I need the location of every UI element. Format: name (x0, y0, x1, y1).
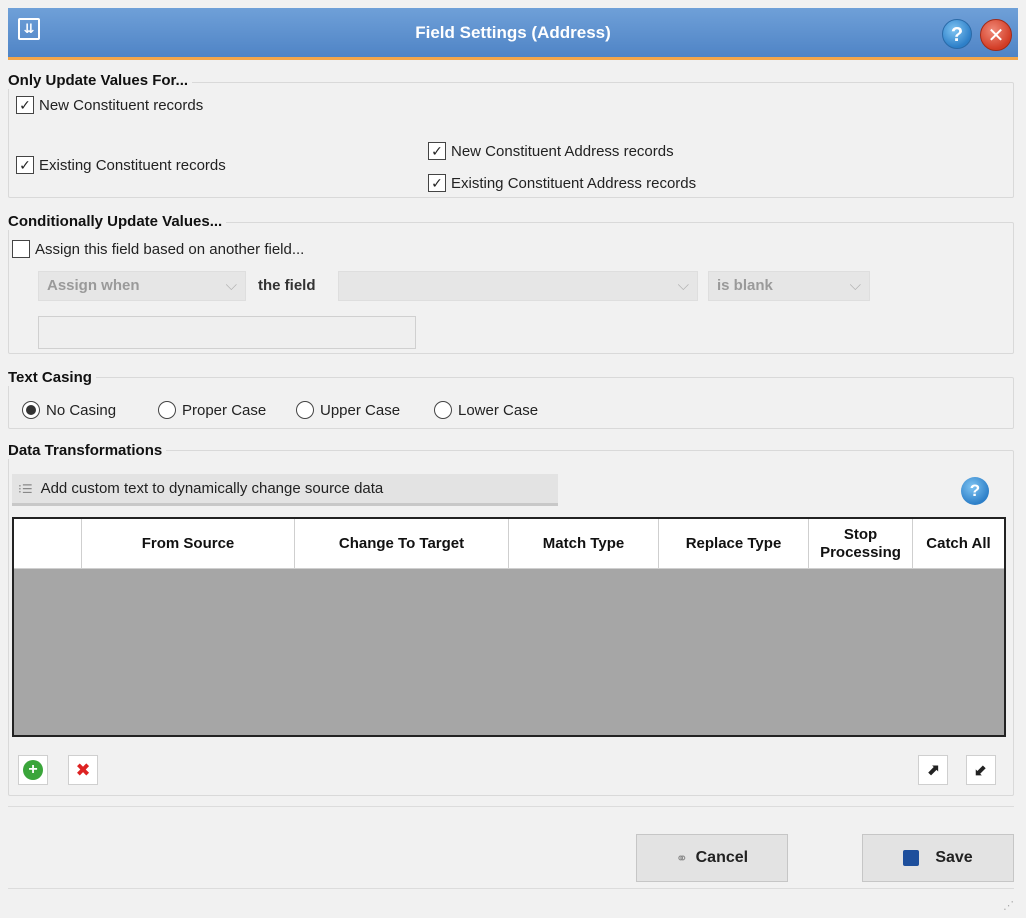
condition-value-input[interactable] (38, 316, 416, 349)
add-custom-text-label: Add custom text to dynamically change so… (40, 480, 384, 497)
checkbox-checked-icon: ✓ (428, 142, 446, 160)
chevron-down-icon: ⌵ (677, 277, 689, 294)
assign-field-checkbox[interactable]: Assign this field based on another field… (12, 240, 304, 258)
transformations-help-icon[interactable]: ? (961, 477, 989, 505)
bottom-divider (8, 888, 1014, 889)
grid-col-match-type[interactable]: Match Type (509, 519, 659, 568)
save-label: Save (935, 849, 973, 866)
existing-constituent-checkbox[interactable]: ✓ Existing Constituent records (16, 156, 226, 174)
resize-grip-icon[interactable]: ⋰ (1003, 899, 1014, 912)
add-custom-text-button[interactable]: ⁝☰ Add custom text to dynamically change… (12, 474, 558, 506)
export-button[interactable]: ⬈ (918, 755, 948, 785)
checkbox-checked-icon: ✓ (16, 96, 34, 114)
radio-proper-case[interactable]: Proper Case (158, 401, 266, 419)
existing-address-label: Existing Constituent Address records (451, 174, 697, 192)
grid-col-replace-type[interactable]: Replace Type (659, 519, 809, 568)
chevron-down-icon: ⌵ (225, 277, 237, 294)
condition-value: is blank (717, 277, 773, 294)
window-title: Field Settings (Address) (415, 23, 611, 42)
radio-lower-case[interactable]: Lower Case (434, 401, 538, 419)
grid-col-catch-all[interactable]: Catch All (913, 519, 1004, 568)
cancel-button[interactable]: ⚭ Cancel (636, 834, 788, 882)
list-icon: ⁝☰ (18, 481, 33, 496)
grid-col-from-source[interactable]: From Source (82, 519, 295, 568)
help-icon[interactable]: ? (942, 19, 972, 49)
lower-case-label: Lower Case (458, 401, 539, 419)
the-field-label: the field (258, 277, 316, 294)
radio-unselected-icon (434, 401, 452, 419)
new-constituent-checkbox[interactable]: ✓ New Constituent records (16, 96, 203, 114)
grid-col-stop-processing[interactable]: Stop Processing (809, 519, 913, 568)
upper-case-label: Upper Case (320, 401, 401, 419)
save-icon (903, 850, 920, 866)
checkbox-checked-icon: ✓ (16, 156, 34, 174)
title-bar: ⇊ Field Settings (Address) ? ✕ (8, 8, 1018, 60)
new-address-label: New Constituent Address records (451, 142, 674, 160)
footer-divider (8, 806, 1014, 807)
radio-no-casing[interactable]: No Casing (22, 401, 116, 419)
new-constituent-label: New Constituent records (39, 96, 204, 114)
new-address-checkbox[interactable]: ✓ New Constituent Address records (428, 142, 674, 160)
checkbox-unchecked-icon (12, 240, 30, 258)
assign-field-label: Assign this field based on another field… (35, 240, 305, 258)
assign-when-dropdown[interactable]: Assign when ⌵ (38, 271, 246, 301)
condition-dropdown[interactable]: is blank ⌵ (708, 271, 870, 301)
import-button[interactable]: ⬋ (966, 755, 996, 785)
import-icon: ⬋ (974, 762, 988, 779)
grid-header: From Source Change To Target Match Type … (14, 519, 1004, 569)
delete-icon: ✖ (75, 759, 91, 780)
field-dropdown[interactable]: ⌵ (338, 271, 698, 301)
radio-unselected-icon (158, 401, 176, 419)
checkbox-checked-icon: ✓ (428, 174, 446, 192)
radio-selected-icon (22, 401, 40, 419)
export-icon: ⬈ (926, 762, 940, 779)
add-row-button[interactable]: + (18, 755, 48, 785)
proper-case-label: Proper Case (182, 401, 267, 419)
no-casing-label: No Casing (46, 401, 117, 419)
radio-upper-case[interactable]: Upper Case (296, 401, 400, 419)
cancel-icon: ⚭ (675, 849, 688, 866)
existing-constituent-label: Existing Constituent records (39, 156, 226, 174)
transformations-grid[interactable]: From Source Change To Target Match Type … (12, 517, 1006, 737)
conditional-title: Conditionally Update Values... (8, 213, 227, 230)
close-icon[interactable]: ✕ (980, 19, 1012, 51)
chevron-down-icon: ⌵ (849, 277, 861, 294)
radio-unselected-icon (296, 401, 314, 419)
grid-col-select (14, 519, 82, 568)
grid-col-change-to-target[interactable]: Change To Target (295, 519, 509, 568)
cancel-label: Cancel (695, 849, 749, 866)
add-icon: + (23, 760, 43, 780)
delete-row-button[interactable]: ✖ (68, 755, 98, 785)
assign-when-value: Assign when (47, 277, 140, 294)
text-casing-title: Text Casing (8, 369, 96, 386)
existing-address-checkbox[interactable]: ✓ Existing Constituent Address records (428, 174, 696, 192)
transformations-title: Data Transformations (8, 442, 167, 459)
update-for-title: Only Update Values For... (8, 72, 193, 89)
save-button[interactable]: Save (862, 834, 1014, 882)
